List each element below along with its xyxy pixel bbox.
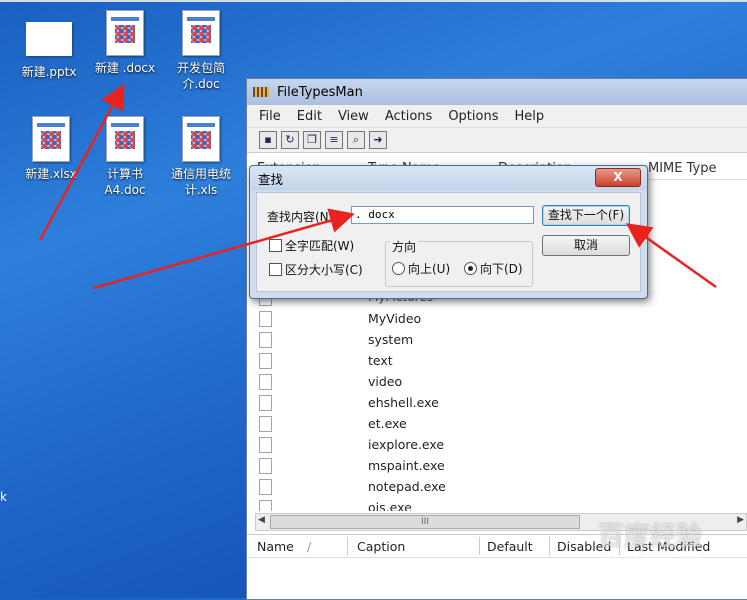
menu-edit[interactable]: Edit: [289, 109, 330, 124]
menu-file[interactable]: File: [251, 109, 289, 124]
window-titlebar[interactable]: FileTypesMan: [247, 79, 747, 105]
app-icon: [253, 87, 269, 97]
find-label: 查找内容(N):: [267, 210, 338, 224]
file-icon: [259, 437, 272, 453]
find-next-button[interactable]: 查找下一个(F): [542, 205, 630, 226]
sort-indicator-icon: /: [307, 539, 312, 554]
list-item[interactable]: notepad.exe: [247, 476, 747, 497]
document-icon: [182, 10, 220, 56]
type-name: MyVideo: [368, 311, 422, 326]
list-item[interactable]: system: [247, 329, 747, 350]
document-icon: [32, 116, 70, 162]
file-icon: [259, 374, 272, 390]
menu-actions[interactable]: Actions: [377, 109, 441, 124]
window-title: FileTypesMan: [277, 84, 363, 100]
find-dialog: 查找 X 查找内容(N): . docx 查找下一个(F) 取消 全字匹配(W)…: [249, 165, 648, 299]
refresh-icon[interactable]: ↻: [281, 131, 299, 149]
up-label: 向上(U): [408, 262, 451, 276]
desktop-edge-text: k: [0, 490, 7, 504]
col-mime-type[interactable]: MIME Type: [648, 161, 716, 176]
dialog-title: 查找: [250, 166, 647, 190]
file-type-list: MyVideo system text video ehshell.exe et…: [247, 308, 747, 511]
menu-help[interactable]: Help: [506, 109, 552, 124]
list-item[interactable]: iexplore.exe: [247, 434, 747, 455]
scroll-thumb[interactable]: III: [270, 515, 580, 529]
cancel-button[interactable]: 取消: [542, 235, 630, 256]
desktop-icon-label: 开发包简介.doc: [176, 61, 225, 91]
down-label: 向下(D): [480, 262, 523, 276]
desktop-icon-pptx[interactable]: 新建.pptx: [12, 18, 86, 80]
menu-view[interactable]: View: [330, 109, 377, 124]
menu-options[interactable]: Options: [440, 109, 506, 124]
type-name: ois.exe: [368, 500, 412, 511]
type-name: et.exe: [368, 416, 407, 431]
document-icon: [182, 116, 220, 162]
direction-group: 方向 向上(U) 向下(D): [385, 238, 533, 287]
desktop-icon-doc[interactable]: 开发包简介.doc: [164, 10, 238, 92]
dialog-body: 查找内容(N): . docx 查找下一个(F) 取消 全字匹配(W) 区分大小…: [256, 192, 641, 292]
desktop-icon-label: 计算书A4.doc: [104, 167, 146, 197]
type-name: text: [368, 353, 393, 368]
type-name: system: [368, 332, 414, 347]
up-radio[interactable]: [392, 262, 405, 275]
desktop-icon-xlsx[interactable]: 新建.xlsx: [14, 116, 88, 182]
file-icon: [259, 500, 272, 511]
desktop-icon-label: 新建 .docx: [94, 61, 156, 75]
list-item[interactable]: ehshell.exe: [247, 392, 747, 413]
type-name: notepad.exe: [368, 479, 446, 494]
file-icon: [259, 332, 272, 348]
desktop-icon-docx[interactable]: 新建 .docx: [88, 10, 162, 76]
menu-bar: File Edit View Actions Options Help: [247, 105, 747, 128]
match-case-checkbox[interactable]: [269, 263, 282, 276]
desktop-icon-xls[interactable]: 通信用电统计.xls: [164, 116, 238, 198]
copy-icon[interactable]: ❐: [303, 131, 321, 149]
document-icon: [106, 10, 144, 56]
file-icon: [259, 311, 272, 327]
type-name: iexplore.exe: [368, 437, 445, 452]
down-radio[interactable]: [464, 262, 477, 275]
desktop-icon-calc[interactable]: 计算书A4.doc: [88, 116, 162, 198]
close-button[interactable]: X: [595, 168, 641, 187]
file-icon: [259, 353, 272, 369]
document-icon: [106, 116, 144, 162]
direction-label: 方向: [390, 238, 419, 255]
col-caption[interactable]: Caption: [357, 539, 405, 554]
list-item[interactable]: text: [247, 350, 747, 371]
find-icon[interactable]: ⌕: [347, 131, 365, 149]
desktop-icon-label: 新建.xlsx: [25, 167, 77, 181]
blank-file-icon: [26, 22, 72, 56]
list-item[interactable]: mspaint.exe: [247, 455, 747, 476]
exit-icon[interactable]: ➜: [369, 131, 387, 149]
file-icon: [259, 479, 272, 495]
desktop-icon-label: 通信用电统计.xls: [170, 167, 231, 197]
type-name: mspaint.exe: [368, 458, 445, 473]
properties-icon[interactable]: ≡: [325, 131, 343, 149]
top-strip: [0, 0, 747, 2]
file-icon: [259, 395, 272, 411]
toolbar: ▪ ↻ ❐ ≡ ⌕ ➜: [247, 128, 747, 153]
watermark: 百度经验 jingyan.baidu.com: [560, 516, 740, 596]
list-item[interactable]: et.exe: [247, 413, 747, 434]
whole-word-checkbox[interactable]: [269, 239, 282, 252]
type-name: ehshell.exe: [368, 395, 439, 410]
col-default[interactable]: Default: [487, 539, 533, 554]
scroll-left-icon[interactable]: ◀: [258, 515, 265, 525]
file-icon: [259, 458, 272, 474]
col-name[interactable]: Name: [257, 539, 294, 554]
find-input[interactable]: . docx: [351, 206, 534, 224]
list-item[interactable]: video: [247, 371, 747, 392]
type-name: video: [368, 374, 403, 389]
watermark-url: jingyan.baidu.com: [599, 553, 701, 566]
save-icon[interactable]: ▪: [259, 131, 277, 149]
watermark-brand: 百度经验: [597, 522, 702, 552]
whole-word-label: 全字匹配(W): [285, 239, 355, 253]
list-item[interactable]: MyVideo: [247, 308, 747, 329]
match-case-label: 区分大小写(C): [285, 263, 363, 277]
file-icon: [259, 416, 272, 432]
list-item[interactable]: ois.exe: [247, 497, 747, 511]
desktop-icon-label: 新建.pptx: [21, 65, 77, 79]
